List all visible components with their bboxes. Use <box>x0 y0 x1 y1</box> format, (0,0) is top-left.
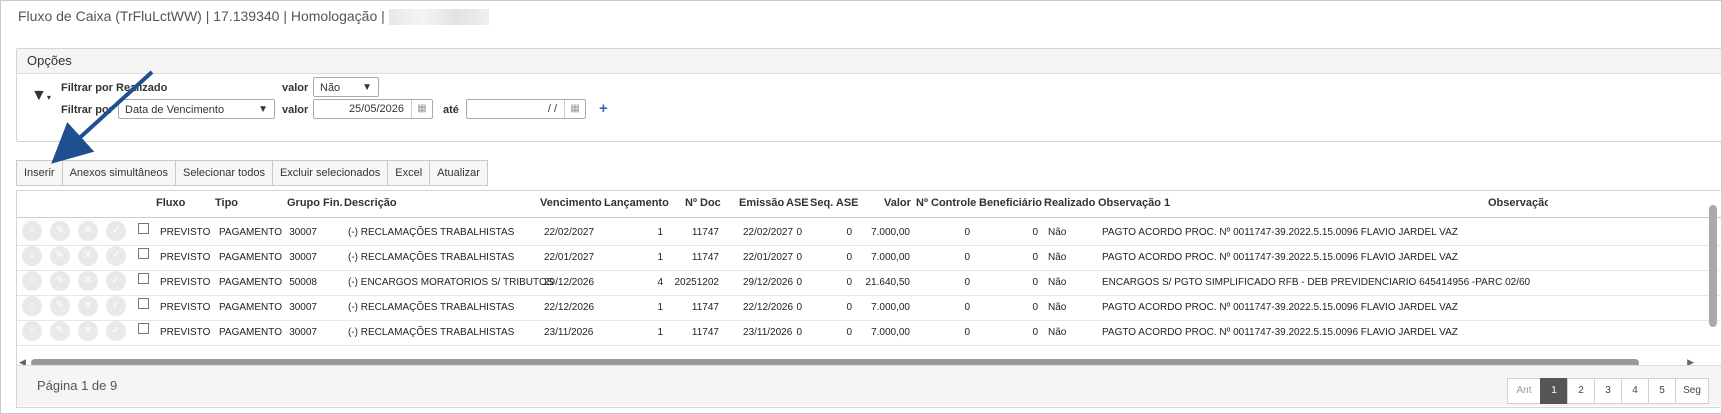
annotation-arrow <box>51 70 154 164</box>
